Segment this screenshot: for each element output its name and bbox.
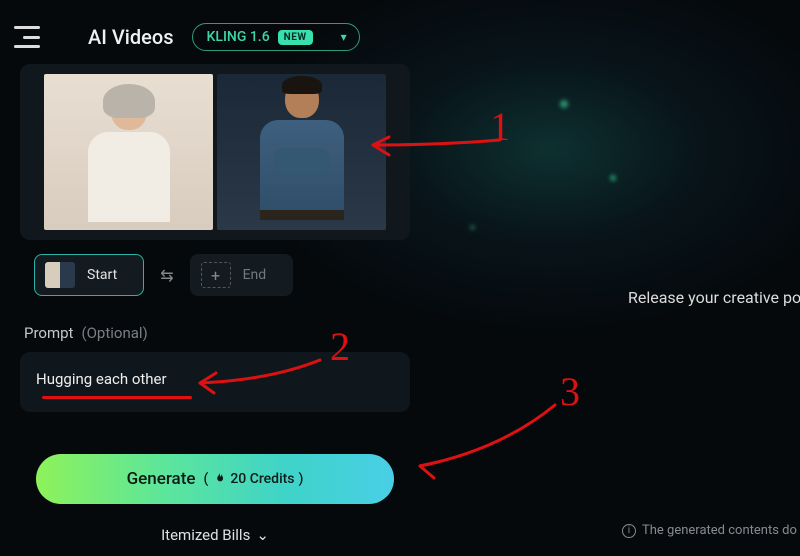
disclaimer-footer: i The generated contents do not represen… [622,523,800,538]
model-name-label: KLING 1.6 [207,29,270,45]
model-select-dropdown[interactable]: KLING 1.6 NEW ▾ [192,23,360,51]
right-tagline: Release your creative pote [628,288,800,307]
left-panel: Start ⇆ + End Prompt (Optional) Hugging … [0,56,430,544]
start-frame-label: Start [87,267,117,283]
swap-frames-icon[interactable]: ⇆ [156,262,177,289]
itemized-bills-toggle[interactable]: Itemized Bills ⌄ [20,526,410,544]
plus-icon: + [201,262,231,288]
start-frame-thumbnail [45,262,75,288]
page-title: AI Videos [88,25,174,49]
end-frame-button[interactable]: + End [190,254,294,296]
chevron-down-icon: ⌄ [256,526,269,544]
source-image-preview[interactable] [20,64,410,240]
prompt-label: Prompt [24,324,73,342]
prompt-text: Hugging each other [36,370,167,388]
prompt-header: Prompt (Optional) [20,324,410,342]
prompt-input[interactable]: Hugging each other [20,352,410,412]
disclaimer-text: The generated contents do not represent … [642,523,800,538]
chevron-down-icon: ▾ [341,30,347,44]
annotation-number-3: 3 [560,369,580,414]
decorative-glow [610,175,616,181]
hamburger-menu-icon[interactable] [14,26,40,48]
new-badge: NEW [278,30,313,45]
end-frame-label: End [243,267,267,283]
info-icon: i [622,524,636,538]
generate-button[interactable]: Generate ( 20 Credits ) [36,454,394,504]
prompt-optional-label: (Optional) [81,324,147,342]
itemized-bills-label: Itemized Bills [161,526,250,544]
annotation-number-1: 1 [490,104,510,149]
decorative-glow [470,225,475,230]
frame-selector-row: Start ⇆ + End [20,254,410,296]
app-header: AI Videos KLING 1.6 NEW ▾ [0,0,800,56]
generate-label: Generate [127,469,196,489]
generate-cost: ( 20 Credits ) [203,471,303,487]
start-frame-button[interactable]: Start [34,254,144,296]
image-preview-person-2 [217,74,386,230]
decorative-glow [560,100,568,108]
fire-icon [212,472,226,486]
image-preview-person-1 [44,74,213,230]
